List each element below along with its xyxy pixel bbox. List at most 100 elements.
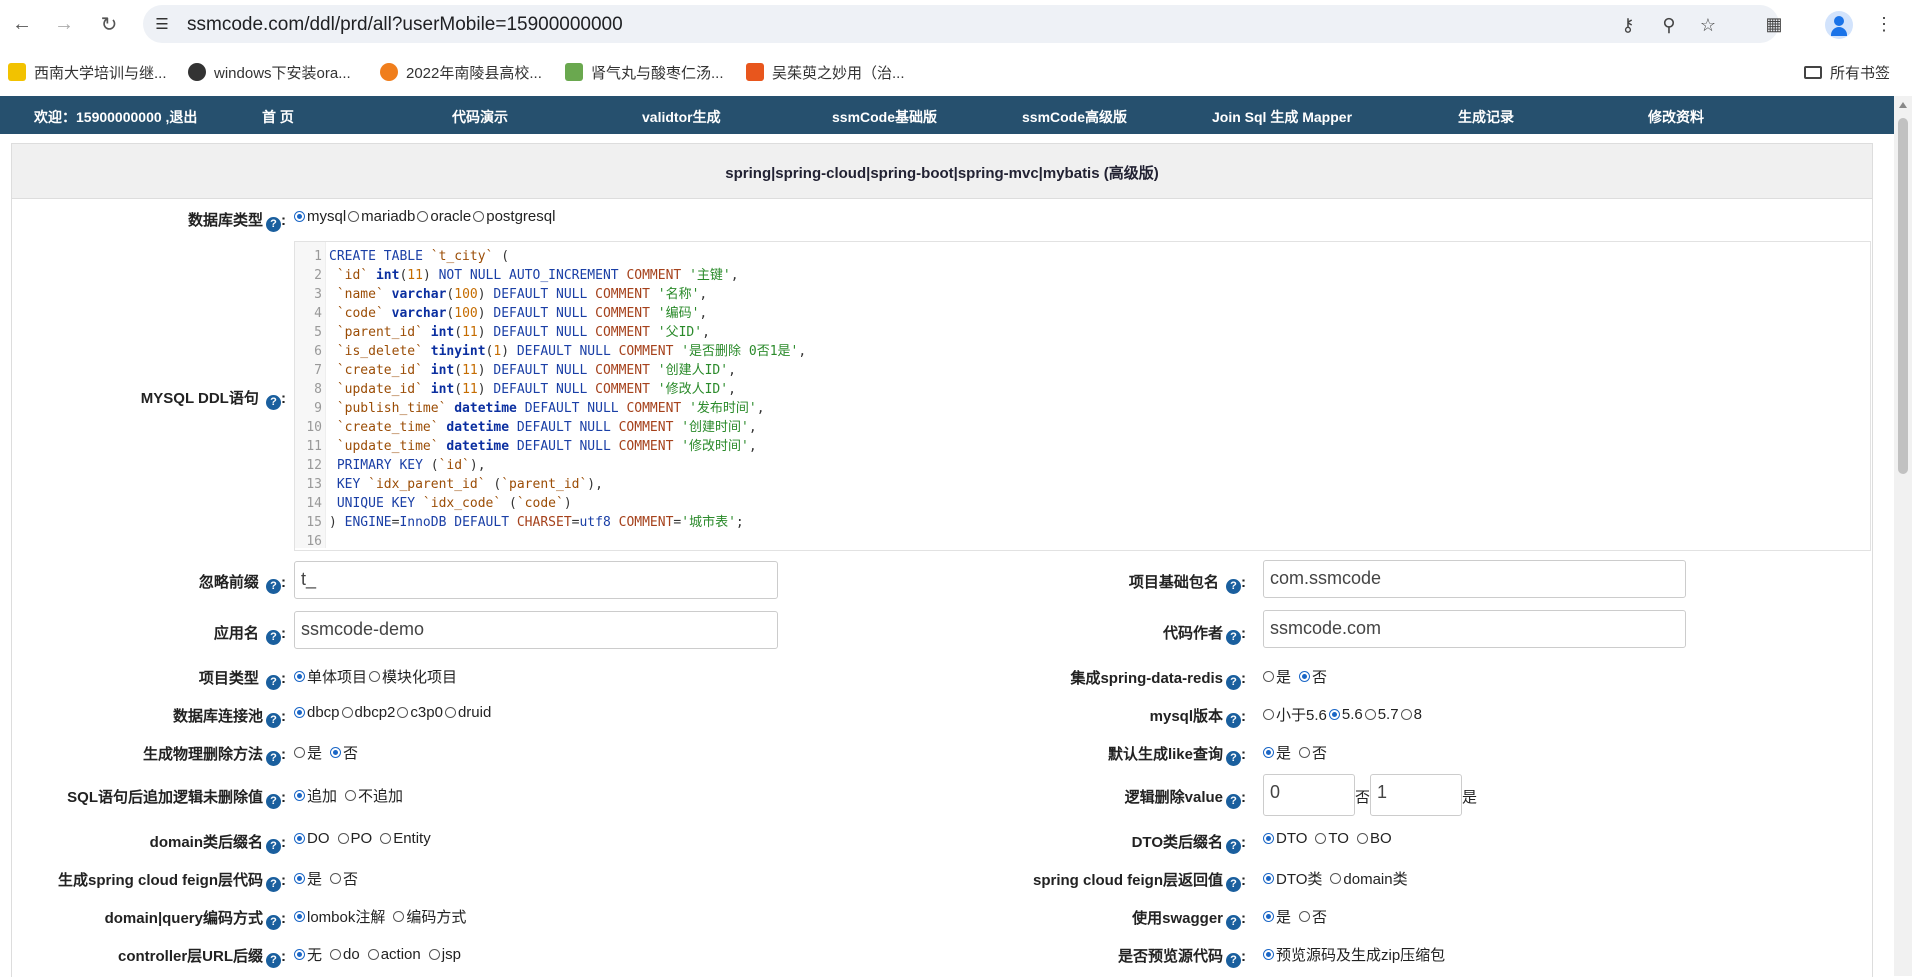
forward-arrow-icon[interactable]: → <box>50 10 78 38</box>
radio-option[interactable]: 单体项目 <box>294 666 367 687</box>
radio-button[interactable] <box>1263 873 1274 884</box>
url-text[interactable]: ssmcode.com/ddl/prd/all?userMobile=15900… <box>187 14 623 36</box>
address-bar[interactable]: ☰ ssmcode.com/ddl/prd/all?userMobile=159… <box>143 5 1779 43</box>
radio-option[interactable]: 是 <box>294 868 322 889</box>
ignore-prefix-input[interactable]: t_ <box>294 561 778 599</box>
radio-button[interactable] <box>1263 671 1274 682</box>
radio-button[interactable] <box>428 949 440 960</box>
radio-button[interactable] <box>1263 949 1274 960</box>
password-key-icon[interactable]: ⚷ <box>1616 13 1640 37</box>
radio-button[interactable] <box>1400 709 1412 720</box>
radio-option[interactable]: mariadb <box>348 208 415 225</box>
help-icon[interactable]: ? <box>1226 579 1241 594</box>
radio-option[interactable]: 是 <box>1263 742 1291 763</box>
radio-button[interactable] <box>1299 671 1311 682</box>
radio-button[interactable] <box>330 747 342 758</box>
radio-button[interactable] <box>397 707 409 718</box>
radio-button[interactable] <box>348 211 360 222</box>
radio-option[interactable]: dbcp2 <box>341 704 395 721</box>
radio-button[interactable] <box>1330 873 1342 884</box>
help-icon[interactable]: ? <box>266 579 281 594</box>
nav-item-profile[interactable]: 修改资料 <box>1648 107 1704 127</box>
help-icon[interactable]: ? <box>1226 794 1241 809</box>
help-icon[interactable]: ? <box>266 877 281 892</box>
nav-item-records[interactable]: 生成记录 <box>1458 107 1514 127</box>
radio-button[interactable] <box>337 833 349 844</box>
radio-option[interactable]: 否 <box>1299 666 1327 687</box>
radio-option[interactable]: Entity <box>380 830 431 847</box>
radio-button[interactable] <box>294 873 305 884</box>
radio-option[interactable]: 否 <box>330 868 358 889</box>
nav-item-validtor[interactable]: validtor生成 <box>642 107 721 127</box>
radio-button[interactable] <box>380 833 392 844</box>
radio-option[interactable]: lombok注解 <box>294 906 385 927</box>
help-icon[interactable]: ? <box>266 630 281 645</box>
radio-button[interactable] <box>417 211 429 222</box>
bookmark-item[interactable]: windows下安装ora... <box>188 60 351 84</box>
radio-option[interactable]: 是 <box>1263 906 1291 927</box>
radio-option[interactable]: 是 <box>1263 666 1291 687</box>
radio-button[interactable] <box>1263 911 1274 922</box>
nav-item-advanced[interactable]: ssmCode高级版 <box>1022 107 1127 127</box>
radio-button[interactable] <box>345 790 357 801</box>
radio-option[interactable]: 小于5.6 <box>1263 704 1327 725</box>
bookmark-item[interactable]: 西南大学培训与继... <box>8 60 167 84</box>
nav-welcome-logout[interactable]: 欢迎：15900000000 ,退出 <box>34 107 197 127</box>
all-bookmarks-button[interactable]: 所有书签 <box>1804 60 1890 84</box>
radio-button[interactable] <box>1263 709 1274 720</box>
radio-option[interactable]: 模块化项目 <box>369 666 457 687</box>
radio-button[interactable] <box>294 790 305 801</box>
base-package-input[interactable]: com.ssmcode <box>1263 560 1686 598</box>
help-icon[interactable]: ? <box>266 713 281 728</box>
scrollbar-thumb[interactable] <box>1898 118 1908 474</box>
logic-yes-value-input[interactable]: 1 <box>1370 774 1462 816</box>
radio-button[interactable] <box>473 211 485 222</box>
radio-option[interactable]: 不追加 <box>345 785 403 806</box>
radio-button[interactable] <box>1364 709 1376 720</box>
radio-option[interactable]: dbcp <box>294 704 340 721</box>
radio-button[interactable] <box>330 873 342 884</box>
help-icon[interactable]: ? <box>1226 877 1241 892</box>
extensions-icon[interactable]: ▦ <box>1760 10 1788 38</box>
radio-button[interactable] <box>294 911 305 922</box>
reload-icon[interactable]: ↻ <box>95 10 123 38</box>
help-icon[interactable]: ? <box>1226 751 1241 766</box>
radio-option[interactable]: action <box>367 946 421 963</box>
radio-option[interactable]: PO <box>337 830 372 847</box>
help-icon[interactable]: ? <box>1226 915 1241 930</box>
nav-item-join-sql[interactable]: Join Sql 生成 Mapper <box>1212 107 1352 127</box>
app-name-input[interactable]: ssmcode-demo <box>294 611 778 649</box>
scroll-up-icon[interactable] <box>1899 102 1907 108</box>
radio-button[interactable] <box>330 949 342 960</box>
help-icon[interactable]: ? <box>266 751 281 766</box>
radio-option[interactable]: postgresql <box>473 208 555 225</box>
radio-option[interactable]: c3p0 <box>397 704 443 721</box>
radio-option[interactable]: 否 <box>1299 742 1327 763</box>
radio-button[interactable] <box>1315 833 1327 844</box>
radio-button[interactable] <box>444 707 456 718</box>
radio-option[interactable]: 5.6 <box>1328 706 1363 723</box>
help-icon[interactable]: ? <box>1226 953 1241 968</box>
kebab-menu-icon[interactable]: ⋮ <box>1870 10 1898 38</box>
radio-button[interactable] <box>1263 833 1274 844</box>
radio-option[interactable]: 无 <box>294 944 322 965</box>
help-icon[interactable]: ? <box>1226 630 1241 645</box>
help-icon[interactable]: ? <box>266 915 281 930</box>
ddl-code-editor[interactable]: 1 CREATE TABLE `t_city` ( 2 `id` int(11) … <box>294 241 1871 551</box>
back-arrow-icon[interactable]: ← <box>8 10 36 38</box>
radio-option[interactable]: oracle <box>417 208 471 225</box>
profile-avatar-icon[interactable] <box>1825 11 1853 39</box>
radio-option[interactable]: domain类 <box>1330 868 1408 889</box>
author-input[interactable]: ssmcode.com <box>1263 610 1686 648</box>
radio-option[interactable]: 是 <box>294 742 322 763</box>
radio-button[interactable] <box>1299 747 1311 758</box>
logic-no-value-input[interactable]: 0 <box>1263 774 1355 816</box>
nav-item-basic[interactable]: ssmCode基础版 <box>832 107 937 127</box>
help-icon[interactable]: ? <box>1226 675 1241 690</box>
radio-button[interactable] <box>294 671 305 682</box>
help-icon[interactable]: ? <box>1226 839 1241 854</box>
help-icon[interactable]: ? <box>266 794 281 809</box>
radio-button[interactable] <box>367 949 379 960</box>
radio-button[interactable] <box>1263 747 1274 758</box>
radio-button[interactable] <box>294 747 305 758</box>
